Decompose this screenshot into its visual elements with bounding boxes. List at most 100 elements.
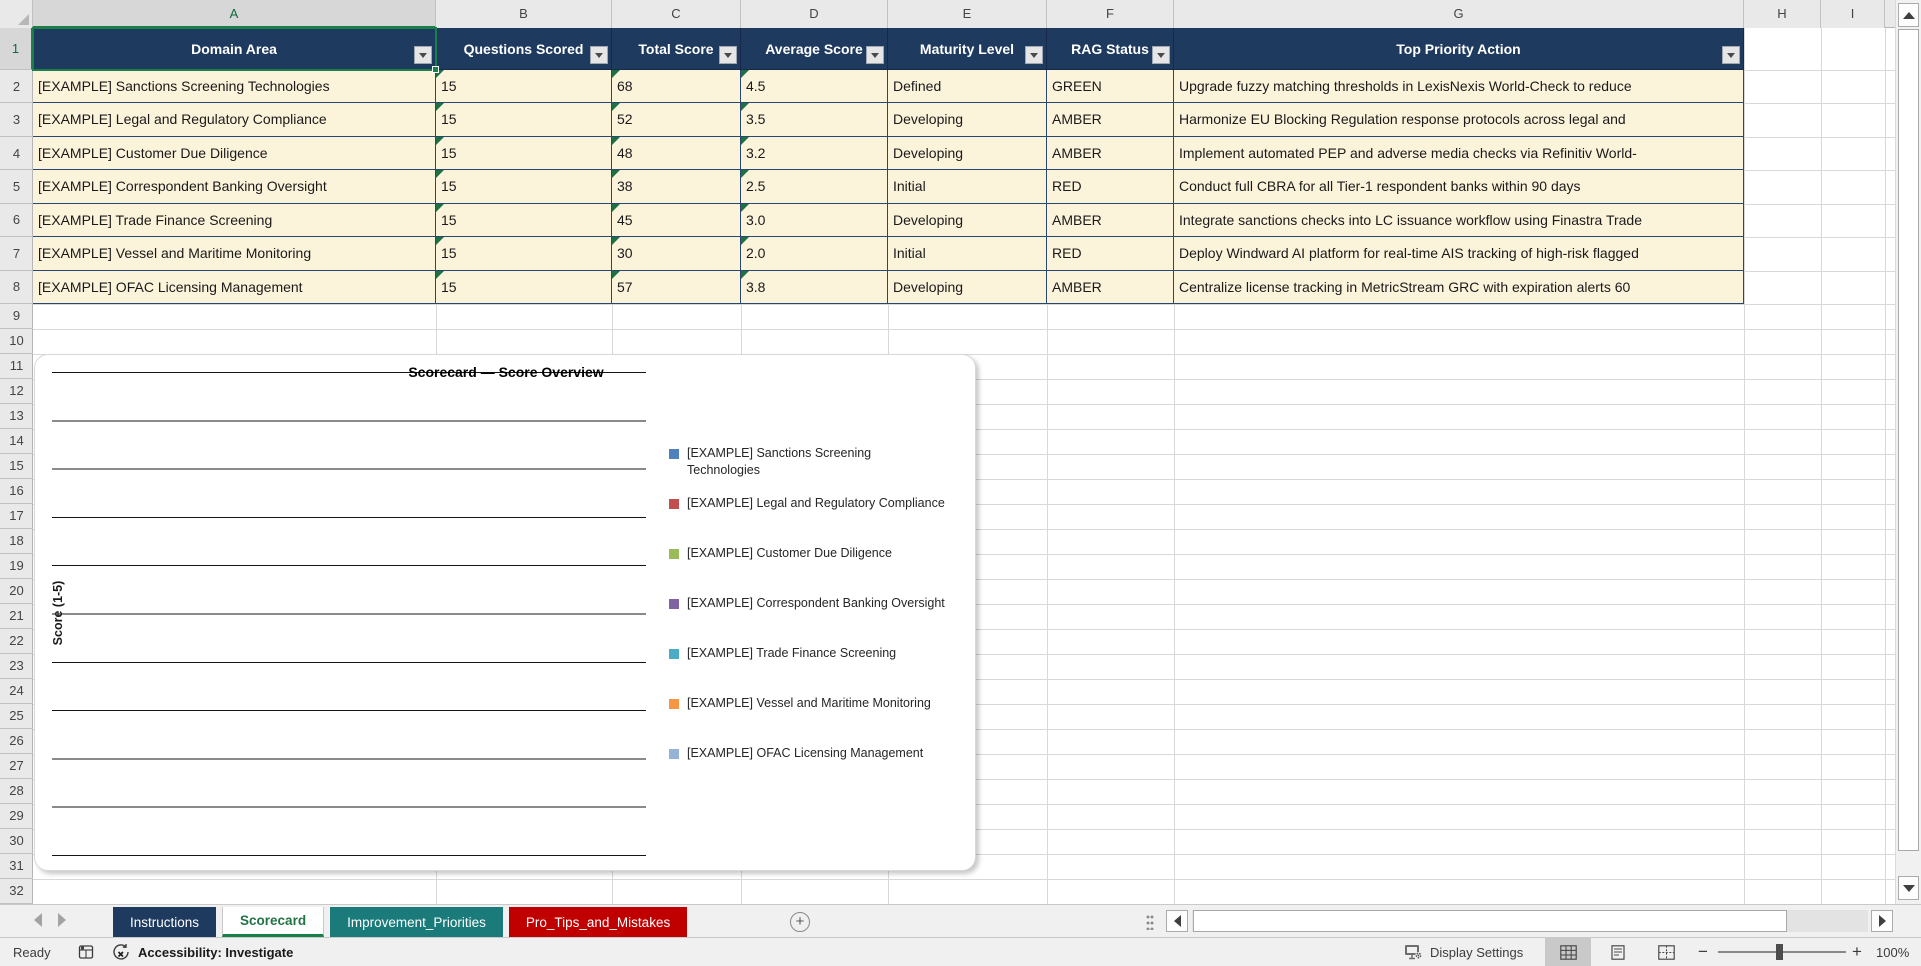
display-settings-label[interactable]: Display Settings — [1430, 938, 1523, 966]
prev-sheet-icon[interactable] — [34, 913, 42, 927]
cell-rag[interactable]: RED — [1047, 237, 1174, 271]
column-header-B[interactable]: B — [436, 0, 612, 28]
cell-rag[interactable]: GREEN — [1047, 70, 1174, 104]
scroll-up-button[interactable] — [1898, 3, 1919, 27]
cell-domain[interactable]: [EXAMPLE] Trade Finance Screening — [33, 203, 436, 238]
scroll-left-button[interactable] — [1166, 910, 1188, 932]
row-header-6[interactable]: 6 — [0, 204, 33, 238]
cell-total[interactable]: 30 — [612, 237, 741, 271]
row-header-29[interactable]: 29 — [0, 804, 33, 829]
filter-dropdown-button[interactable] — [1152, 46, 1170, 64]
column-header-I[interactable]: I — [1821, 0, 1885, 28]
cell-action[interactable]: Upgrade fuzzy matching thresholds in Lex… — [1174, 70, 1744, 104]
legend-entry[interactable]: [EXAMPLE] Customer Due Diligence — [669, 545, 969, 595]
column-header-G[interactable]: G — [1174, 0, 1744, 28]
cell-domain[interactable]: [EXAMPLE] Correspondent Banking Oversigh… — [33, 170, 436, 204]
row-header-27[interactable]: 27 — [0, 754, 33, 779]
cell-avg[interactable]: 2.5 — [741, 170, 888, 204]
cell-total[interactable]: 48 — [612, 136, 741, 171]
scroll-down-button[interactable] — [1898, 876, 1919, 900]
cell-questions[interactable]: 15 — [436, 170, 612, 204]
legend-entry[interactable]: [EXAMPLE] Legal and Regulatory Complianc… — [669, 495, 969, 545]
zoom-in-button[interactable]: + — [1852, 938, 1862, 966]
row-header-17[interactable]: 17 — [0, 504, 33, 529]
cell-maturity[interactable]: Initial — [888, 237, 1047, 271]
column-header-F[interactable]: F — [1047, 0, 1174, 28]
display-settings-icon[interactable] — [1404, 938, 1424, 966]
row-header-18[interactable]: 18 — [0, 529, 33, 554]
tab-improvement_priorities[interactable]: Improvement_Priorities — [330, 907, 503, 937]
row-header-26[interactable]: 26 — [0, 729, 33, 754]
cell-questions[interactable]: 15 — [436, 270, 612, 304]
filter-dropdown-button[interactable] — [866, 46, 884, 64]
row-header-28[interactable]: 28 — [0, 779, 33, 804]
legend-entry[interactable]: [EXAMPLE] Sanctions Screening Technologi… — [669, 445, 969, 495]
cell-maturity[interactable]: Developing — [888, 203, 1047, 238]
cell-action[interactable]: Integrate sanctions checks into LC issua… — [1174, 203, 1744, 238]
filter-dropdown-button[interactable] — [414, 46, 432, 64]
legend-entry[interactable]: [EXAMPLE] Correspondent Banking Oversigh… — [669, 595, 969, 645]
row-header-23[interactable]: 23 — [0, 654, 33, 679]
cell-rag[interactable]: RED — [1047, 170, 1174, 204]
cell-maturity[interactable]: Developing — [888, 103, 1047, 137]
row-header-12[interactable]: 12 — [0, 379, 33, 404]
row-header-30[interactable]: 30 — [0, 829, 33, 854]
accessibility-status[interactable]: Accessibility: Investigate — [138, 938, 293, 966]
new-sheet-button[interactable]: + — [790, 912, 810, 932]
row-header-13[interactable]: 13 — [0, 404, 33, 429]
cell-avg[interactable]: 4.5 — [741, 70, 888, 104]
accessibility-checker-icon[interactable] — [112, 938, 130, 966]
legend-entry[interactable]: [EXAMPLE] OFAC Licensing Management — [669, 745, 969, 795]
column-header-A[interactable]: A — [33, 0, 436, 28]
row-header-10[interactable]: 10 — [0, 329, 33, 354]
row-header-11[interactable]: 11 — [0, 354, 33, 379]
cell-domain[interactable]: [EXAMPLE] Vessel and Maritime Monitoring — [33, 237, 436, 271]
row-header-7[interactable]: 7 — [0, 237, 33, 271]
row-header-3[interactable]: 3 — [0, 103, 33, 137]
row-header-16[interactable]: 16 — [0, 479, 33, 504]
tab-instructions[interactable]: Instructions — [113, 907, 217, 937]
row-header-14[interactable]: 14 — [0, 429, 33, 454]
cell-action[interactable]: Centralize license tracking in MetricStr… — [1174, 270, 1744, 304]
cell-questions[interactable]: 15 — [436, 203, 612, 238]
vertical-scrollbar[interactable] — [1895, 0, 1921, 904]
cell-maturity[interactable]: Initial — [888, 170, 1047, 204]
row-header-22[interactable]: 22 — [0, 629, 33, 654]
column-header-C[interactable]: C — [612, 0, 741, 28]
cell-action[interactable]: Deploy Windward AI platform for real-tim… — [1174, 237, 1744, 271]
row-header-2[interactable]: 2 — [0, 70, 33, 104]
zoom-out-button[interactable]: − — [1698, 938, 1708, 966]
horizontal-scrollbar-thumb[interactable] — [1193, 910, 1787, 932]
column-header-D[interactable]: D — [741, 0, 888, 28]
cell-action[interactable]: Implement automated PEP and adverse medi… — [1174, 136, 1744, 171]
legend-entry[interactable]: [EXAMPLE] Trade Finance Screening — [669, 645, 969, 695]
cell-maturity[interactable]: Defined — [888, 70, 1047, 104]
cell-avg[interactable]: 2.0 — [741, 237, 888, 271]
filter-dropdown-button[interactable] — [719, 46, 737, 64]
cell-questions[interactable]: 15 — [436, 103, 612, 137]
cell-domain[interactable]: [EXAMPLE] OFAC Licensing Management — [33, 270, 436, 304]
column-header-H[interactable]: H — [1744, 0, 1821, 28]
zoom-slider-handle[interactable] — [1776, 944, 1783, 960]
normal-view-button[interactable] — [1545, 938, 1591, 966]
filter-dropdown-button[interactable] — [1722, 46, 1740, 64]
row-header-8[interactable]: 8 — [0, 271, 33, 304]
row-header-19[interactable]: 19 — [0, 554, 33, 579]
vertical-scrollbar-thumb[interactable] — [1898, 29, 1919, 851]
row-header-4[interactable]: 4 — [0, 137, 33, 171]
cell-questions[interactable]: 15 — [436, 136, 612, 171]
score-overview-chart[interactable]: Scorecard — Score Overview Score (1-5) [… — [34, 354, 976, 871]
cell-rag[interactable]: AMBER — [1047, 270, 1174, 304]
cell-total[interactable]: 38 — [612, 170, 741, 204]
tab-pro_tips_and_mistakes[interactable]: Pro_Tips_and_Mistakes — [508, 907, 688, 937]
filter-dropdown-button[interactable] — [1025, 46, 1043, 64]
macro-record-icon[interactable] — [78, 938, 94, 966]
filter-dropdown-button[interactable] — [590, 46, 608, 64]
select-all-corner[interactable] — [0, 0, 33, 28]
scroll-right-button[interactable] — [1871, 910, 1893, 932]
row-header-15[interactable]: 15 — [0, 454, 33, 479]
cell-domain[interactable]: [EXAMPLE] Sanctions Screening Technologi… — [33, 70, 436, 104]
cell-avg[interactable]: 3.5 — [741, 103, 888, 137]
cell-avg[interactable]: 3.8 — [741, 270, 888, 304]
row-header-5[interactable]: 5 — [0, 170, 33, 204]
